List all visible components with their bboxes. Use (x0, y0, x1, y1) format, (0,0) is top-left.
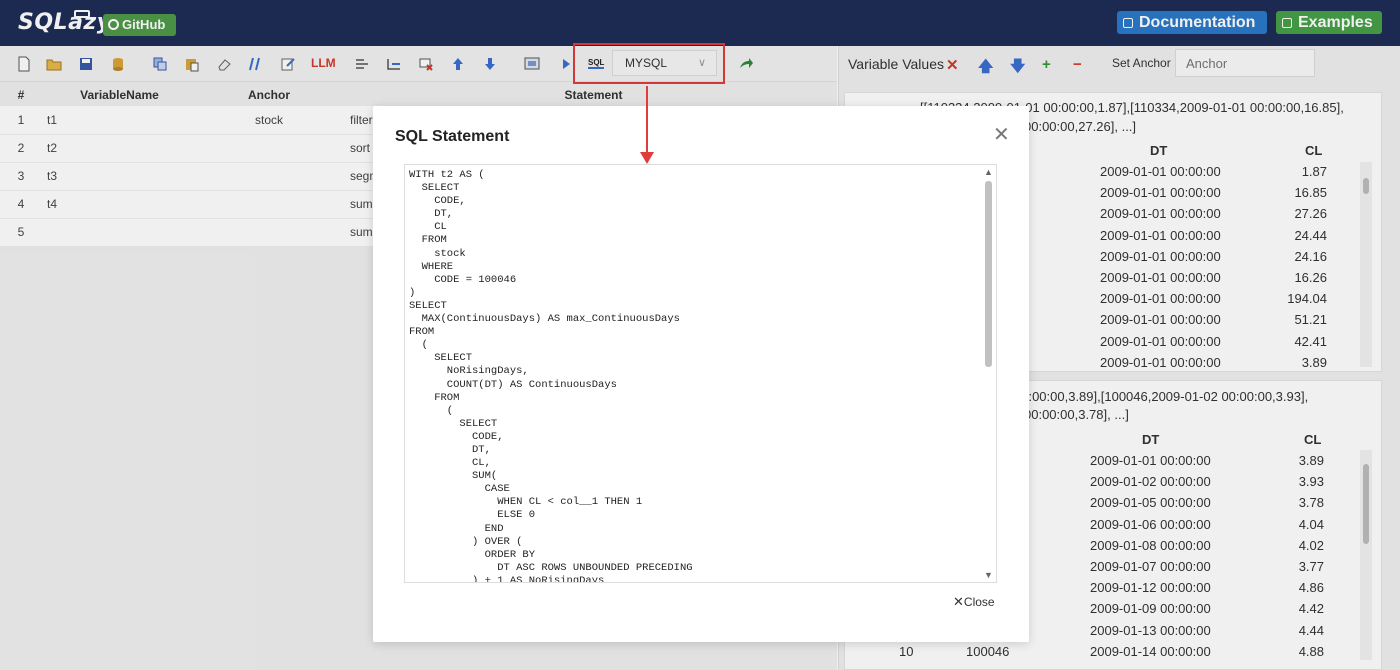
sql-statement-dialog: SQL Statement ✕ WITH t2 AS ( SELECT CODE… (373, 106, 1029, 642)
annotation-arrow-head (640, 152, 654, 164)
scroll-up-arrow-icon[interactable]: ▲ (984, 167, 993, 177)
sql-code-viewer[interactable]: WITH t2 AS ( SELECT CODE, DT, CL FROM st… (404, 164, 997, 583)
close-x-icon: ✕ (953, 594, 964, 609)
scroll-down-arrow-icon[interactable]: ▼ (984, 570, 993, 580)
close-icon[interactable]: ✕ (993, 122, 1010, 147)
code-scrollbar[interactable]: ▲ ▼ (982, 165, 996, 582)
close-button[interactable]: ✕Close (953, 594, 995, 610)
dialog-title: SQL Statement (395, 128, 510, 145)
annotation-arrow-line (646, 86, 648, 156)
sql-code-text: WITH t2 AS ( SELECT CODE, DT, CL FROM st… (409, 169, 693, 583)
close-label: Close (963, 595, 995, 609)
code-scroll-thumb[interactable] (985, 181, 992, 367)
